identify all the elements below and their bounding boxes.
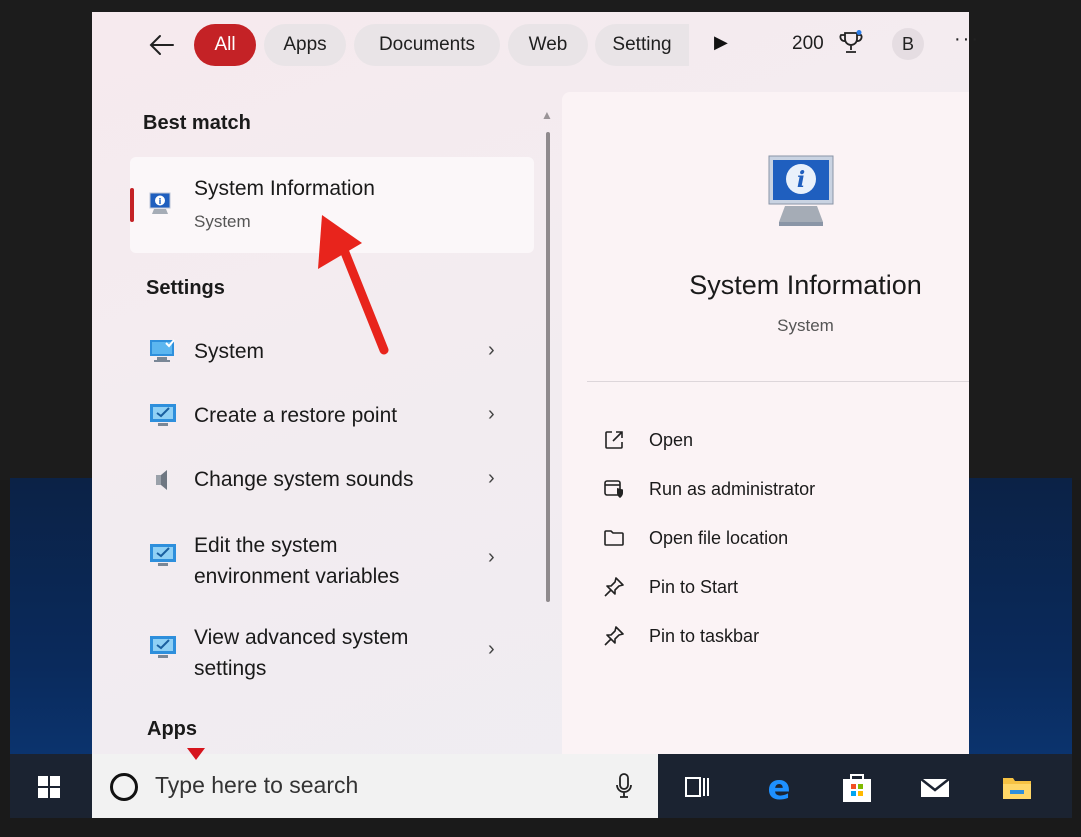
tab-apps[interactable]: Apps: [264, 24, 346, 66]
settings-item-advanced-system-settings[interactable]: View advanced system settings ›: [130, 608, 534, 688]
chevron-right-icon: ›: [488, 339, 495, 361]
apps-heading: Apps: [147, 718, 197, 740]
open-external-icon: [602, 428, 626, 452]
system-information-large-icon: i: [765, 152, 841, 234]
file-explorer-icon[interactable]: [1000, 770, 1034, 804]
store-icon[interactable]: [840, 770, 874, 804]
action-label: Run as administrator: [649, 479, 816, 499]
monitor-icon: [148, 338, 180, 366]
chevron-right-icon: ›: [488, 638, 495, 660]
filter-bar: All Apps Documents Web Setting ▶ 200 B ·…: [92, 12, 978, 78]
chevron-right-icon: ›: [488, 467, 495, 489]
search-panel: All Apps Documents Web Setting ▶ 200 B ·…: [92, 12, 978, 754]
settings-item-label-line2: environment variables: [194, 565, 400, 588]
detail-subtitle: System: [777, 316, 834, 335]
taskbar: Type here to search e: [10, 748, 1072, 818]
chevron-right-icon: ›: [488, 546, 495, 568]
task-view-icon[interactable]: [680, 770, 714, 804]
taskbar-search-box[interactable]: Type here to search: [92, 748, 658, 818]
selection-indicator: [130, 188, 134, 222]
search-input[interactable]: Type here to search: [155, 772, 358, 799]
pin-icon: [602, 575, 626, 599]
scrollbar[interactable]: [546, 132, 550, 602]
mail-icon[interactable]: [918, 770, 952, 804]
best-match-heading: Best match: [143, 112, 251, 134]
settings-item-label: System: [194, 340, 265, 363]
folder-icon: [602, 526, 626, 550]
tab-documents[interactable]: Documents: [354, 24, 500, 66]
best-match-subtitle: System: [194, 212, 251, 231]
scroll-right-icon[interactable]: ▶: [714, 32, 728, 53]
settings-item-label-line2: settings: [194, 657, 267, 680]
rewards-points: 200: [792, 33, 824, 54]
chevron-right-icon: ›: [488, 403, 495, 425]
avatar[interactable]: B: [892, 28, 924, 60]
divider: [587, 381, 969, 382]
search-pointer-indicator: [187, 748, 205, 760]
cortana-icon[interactable]: [110, 773, 138, 801]
best-match-title: System Information: [194, 177, 375, 200]
more-options-icon[interactable]: ···: [954, 28, 980, 51]
trophy-icon[interactable]: [839, 30, 863, 56]
settings-item-change-system-sounds[interactable]: Change system sounds ›: [130, 450, 534, 510]
back-arrow-icon[interactable]: [147, 30, 177, 60]
detail-pane: i System Information System Open Run as …: [562, 92, 969, 754]
shield-admin-icon: [602, 477, 626, 501]
tab-settings[interactable]: Setting: [595, 24, 689, 66]
settings-item-label: Create a restore point: [194, 404, 398, 427]
svg-text:e: e: [767, 770, 790, 804]
settings-item-create-restore-point[interactable]: Create a restore point ›: [130, 386, 534, 446]
action-label: Open file location: [649, 528, 789, 548]
advanced-settings-icon: [148, 634, 180, 662]
edge-icon[interactable]: e: [762, 768, 796, 808]
speaker-icon: [148, 466, 180, 494]
microphone-icon[interactable]: [614, 772, 634, 800]
pin-icon: [602, 624, 626, 648]
scroll-up-icon[interactable]: ▲: [541, 108, 553, 122]
tab-all[interactable]: All: [194, 24, 256, 66]
settings-item-label: Change system sounds: [194, 468, 414, 491]
action-label: Pin to Start: [649, 577, 739, 597]
environment-icon: [148, 542, 180, 570]
restore-icon: [148, 402, 180, 430]
system-information-icon: i: [148, 191, 174, 217]
detail-title: System Information: [689, 270, 922, 300]
action-label: Pin to taskbar: [649, 626, 760, 646]
tab-web[interactable]: Web: [508, 24, 588, 66]
settings-item-label-line1: View advanced system: [194, 626, 409, 649]
settings-item-environment-variables[interactable]: Edit the system environment variables ›: [130, 516, 534, 596]
svg-text:i: i: [797, 167, 805, 193]
svg-text:i: i: [159, 197, 162, 206]
settings-item-label-line1: Edit the system: [194, 534, 338, 557]
annotation-arrow: [318, 215, 389, 355]
settings-heading: Settings: [146, 277, 225, 299]
action-label: Open: [649, 430, 694, 450]
windows-start-icon[interactable]: [38, 776, 60, 798]
